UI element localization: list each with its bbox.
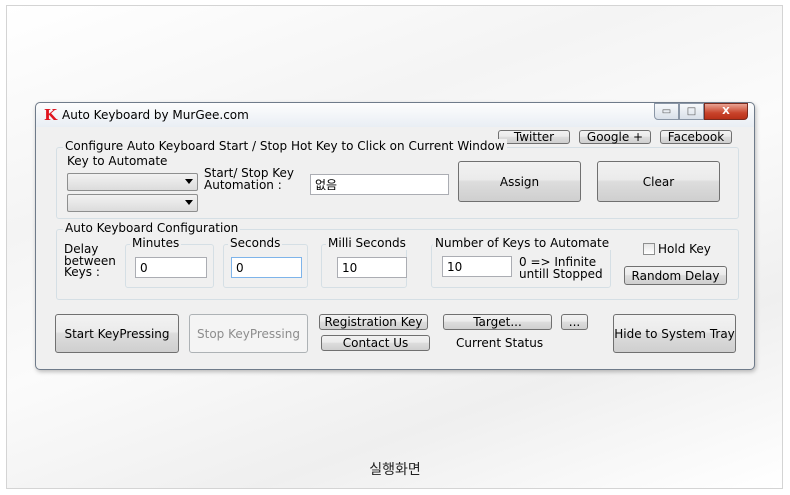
- contact-us-button[interactable]: Contact Us: [321, 335, 430, 351]
- configuration-group-title: Auto Keyboard Configuration: [63, 221, 241, 235]
- minutes-input[interactable]: 0: [135, 257, 207, 278]
- automation-label: Automation :: [204, 178, 282, 192]
- milli-seconds-label: Milli Seconds: [326, 236, 408, 250]
- hotkey-group-title: Configure Auto Keyboard Start / Stop Hot…: [63, 139, 507, 153]
- close-button[interactable]: X: [704, 103, 748, 120]
- random-delay-button[interactable]: Random Delay: [624, 266, 727, 285]
- key-select-secondary[interactable]: [67, 194, 198, 212]
- seconds-label: Seconds: [228, 236, 283, 250]
- chevron-down-icon: [185, 179, 193, 184]
- app-window: K Auto Keyboard by MurGee.com ▭ □ X Twit…: [35, 102, 755, 370]
- window-title: Auto Keyboard by MurGee.com: [62, 108, 249, 122]
- minimize-icon: ▭: [661, 106, 672, 117]
- app-logo-icon: K: [44, 106, 58, 124]
- registration-key-button[interactable]: Registration Key: [319, 314, 428, 330]
- hide-to-system-tray-button[interactable]: Hide to System Tray: [613, 314, 736, 353]
- twitter-button[interactable]: Twitter: [498, 130, 570, 144]
- clear-button[interactable]: Clear: [597, 161, 720, 202]
- google-plus-button[interactable]: Google +: [579, 130, 651, 144]
- infinite-hint-line2: untill Stopped: [519, 267, 603, 281]
- chevron-down-icon: [185, 200, 193, 205]
- maximize-button[interactable]: □: [679, 103, 704, 120]
- key-to-automate-label: Key to Automate: [67, 154, 168, 168]
- more-options-button[interactable]: ...: [561, 314, 588, 330]
- number-of-keys-label: Number of Keys to Automate: [433, 236, 612, 250]
- milli-seconds-input[interactable]: 10: [337, 257, 407, 278]
- facebook-button[interactable]: Facebook: [660, 130, 732, 144]
- caption: 실행화면: [369, 462, 421, 478]
- hotkey-field[interactable]: 없음: [310, 174, 449, 195]
- current-status-label: Current Status: [456, 336, 544, 350]
- maximize-icon: □: [686, 106, 697, 117]
- stop-keypressing-button: Stop KeyPressing: [189, 314, 308, 353]
- number-of-keys-input[interactable]: 10: [442, 256, 512, 277]
- hold-key-checkbox[interactable]: [643, 243, 655, 255]
- seconds-input[interactable]: 0: [231, 257, 302, 278]
- title-bar[interactable]: K Auto Keyboard by MurGee.com ▭ □ X: [36, 103, 754, 127]
- close-icon: X: [722, 106, 730, 117]
- start-keypressing-button[interactable]: Start KeyPressing: [55, 314, 179, 353]
- delay-label-line3: Keys :: [64, 265, 100, 279]
- target-button[interactable]: Target...: [443, 314, 552, 330]
- key-select-primary[interactable]: [67, 173, 198, 191]
- hold-key-label: Hold Key: [658, 242, 711, 256]
- minutes-label: Minutes: [130, 236, 182, 250]
- assign-button[interactable]: Assign: [458, 161, 581, 202]
- minimize-button[interactable]: ▭: [654, 103, 679, 120]
